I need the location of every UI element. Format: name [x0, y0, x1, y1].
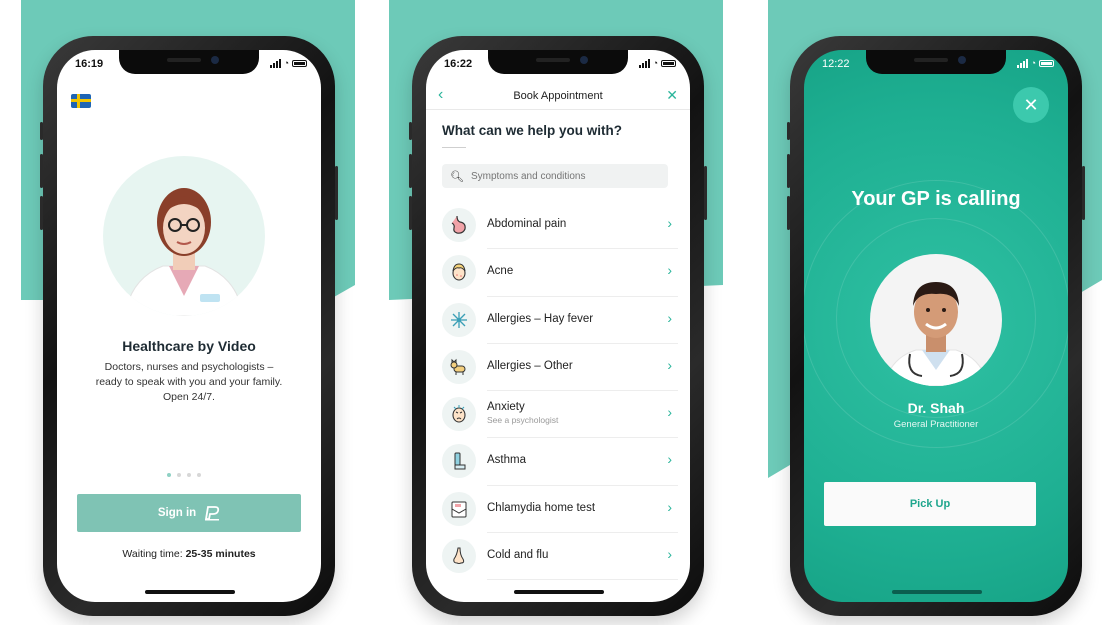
chevron-right-icon: ›	[667, 262, 672, 279]
nav-title: Book Appointment	[513, 90, 603, 102]
home-indicator[interactable]	[514, 590, 604, 594]
status-icons: ◔	[638, 58, 676, 68]
phone-frame: 12:22 ◔ ✕ Your GP is calling Dr. Shah Ge…	[787, 36, 1085, 616]
chevron-right-icon: ›	[667, 356, 672, 373]
home-indicator[interactable]	[892, 590, 982, 594]
list-item-sublabel: See a psychologist	[487, 415, 559, 426]
status-time: 16:19	[75, 58, 104, 70]
phone-screen: 16:19 ◔ Healthcare by Video Doctors, nur…	[57, 50, 321, 602]
sign-in-label: Sign in	[157, 507, 197, 519]
signal-icon	[1016, 59, 1028, 68]
battery-icon	[1039, 60, 1054, 67]
nav-divider	[426, 109, 690, 110]
waiting-time-label: Waiting time:	[122, 548, 183, 560]
doctor-role: General Practitioner	[893, 419, 979, 430]
waiting-time: Waiting time: 25-35 minutes	[57, 548, 321, 560]
pollen-icon	[442, 302, 476, 337]
page-title: Healthcare by Video	[122, 338, 256, 354]
close-button[interactable]: ✕	[1013, 87, 1049, 123]
list-item-label: Abdominal pain	[487, 218, 567, 230]
doctor-avatar	[103, 156, 265, 316]
status-time: 12:22	[822, 58, 850, 70]
stomach-icon	[442, 208, 476, 242]
phone-frame: 16:19 ◔ Healthcare by Video Doctors, nur…	[40, 36, 338, 616]
chevron-right-icon: ›	[667, 404, 672, 421]
sign-in-button[interactable]: Sign in	[77, 494, 301, 532]
list-item[interactable]: Cold and flu ›	[440, 533, 678, 581]
list-item[interactable]: Allergies – Other ›	[440, 344, 678, 392]
phone-screen: 12:22 ◔ ✕ Your GP is calling Dr. Shah Ge…	[804, 50, 1068, 602]
status-time: 16:22	[444, 58, 473, 70]
face-icon	[442, 255, 476, 290]
doctor-avatar	[870, 254, 1002, 386]
intro-description: Doctors, nurses and psychologists – read…	[75, 360, 303, 405]
list-item[interactable]: Asthma ›	[440, 438, 678, 486]
search-input[interactable]	[470, 170, 661, 182]
signal-icon	[269, 59, 281, 68]
list-item-label: Allergies – Hay fever	[487, 312, 594, 325]
pick-up-label: Pick Up	[909, 498, 951, 510]
home-indicator[interactable]	[145, 590, 235, 594]
phone-notch	[866, 50, 1006, 74]
list-item[interactable]: Acne ›	[440, 249, 678, 297]
page-dot	[197, 473, 201, 477]
list-item[interactable]: Abdominal pain ›	[440, 202, 678, 250]
list-item-label: Acne	[487, 265, 514, 278]
chevron-right-icon: ›	[667, 451, 672, 468]
screenshot-panel-sign-in: 16:19 ◔ Healthcare by Video Doctors, nur…	[21, 0, 355, 625]
battery-icon	[661, 60, 676, 67]
wifi-icon: ◔	[1030, 58, 1036, 68]
description-line: Doctors, nurses and psychologists –	[104, 361, 274, 373]
worried-face-icon	[442, 397, 476, 432]
section-heading: What can we help you with?	[442, 123, 623, 138]
nav-bar: ‹ Book Appointment ✕	[426, 82, 690, 110]
page-dot	[177, 473, 181, 477]
call-heading: Your GP is calling	[851, 188, 1021, 210]
inhaler-icon	[442, 444, 476, 479]
description-line: Open 24/7.	[163, 391, 215, 403]
list-item[interactable]: Chlamydia home test ›	[440, 486, 678, 534]
chevron-right-icon: ›	[667, 546, 672, 563]
chevron-right-icon: ›	[667, 309, 672, 326]
wifi-icon: ◔	[652, 58, 658, 68]
close-icon[interactable]: ✕	[666, 87, 678, 104]
phone-screen: 16:22 ◔ ‹ Book Appointment ✕ What can we…	[426, 50, 690, 602]
waiting-time-value: 25-35 minutes	[185, 548, 256, 560]
search-icon: 🔍︎	[450, 170, 464, 183]
test-kit-icon	[442, 491, 476, 526]
list-item-label: Cold and flu	[487, 549, 549, 562]
page-indicator[interactable]	[167, 473, 201, 477]
list-item[interactable]: Allergies – Hay fever ›	[440, 297, 678, 344]
symptom-search[interactable]: 🔍︎	[442, 164, 668, 188]
signal-icon	[638, 59, 650, 68]
description-line: ready to speak with you and your family.	[95, 376, 283, 388]
battery-icon	[292, 60, 307, 67]
page-dot-active	[167, 473, 171, 477]
list-item-label: Anxiety	[487, 401, 525, 414]
status-icons: ◔	[269, 58, 307, 68]
wifi-icon: ◔	[283, 58, 289, 68]
phone-frame: 16:22 ◔ ‹ Book Appointment ✕ What can we…	[409, 36, 707, 616]
phone-notch	[488, 50, 628, 74]
chevron-right-icon: ›	[667, 215, 672, 231]
list-item-label: Allergies – Other	[487, 359, 573, 372]
close-icon: ✕	[1023, 94, 1039, 115]
phone-notch	[119, 50, 259, 74]
condition-list: Abdominal pain › Acne › Allergies – Hay …	[440, 202, 678, 581]
list-item-label: Chlamydia home test	[487, 501, 596, 514]
heading-underline	[442, 147, 466, 148]
status-icons: ◔	[1016, 58, 1054, 68]
page-dot	[187, 473, 191, 477]
list-item[interactable]: Anxiety See a psychologist ›	[440, 391, 678, 439]
nose-icon	[442, 539, 476, 574]
bankid-icon	[205, 506, 220, 521]
list-item-label: Asthma	[487, 454, 526, 467]
doctor-name: Dr. Shah	[907, 400, 965, 416]
cat-icon	[442, 349, 476, 384]
screenshot-panel-incoming-call: 12:22 ◔ ✕ Your GP is calling Dr. Shah Ge…	[768, 0, 1102, 625]
pick-up-button[interactable]: Pick Up	[824, 482, 1036, 526]
sweden-flag-icon[interactable]	[71, 94, 91, 108]
chevron-right-icon: ›	[667, 498, 672, 515]
screenshot-panel-book-appointment: 16:22 ◔ ‹ Book Appointment ✕ What can we…	[389, 0, 723, 625]
